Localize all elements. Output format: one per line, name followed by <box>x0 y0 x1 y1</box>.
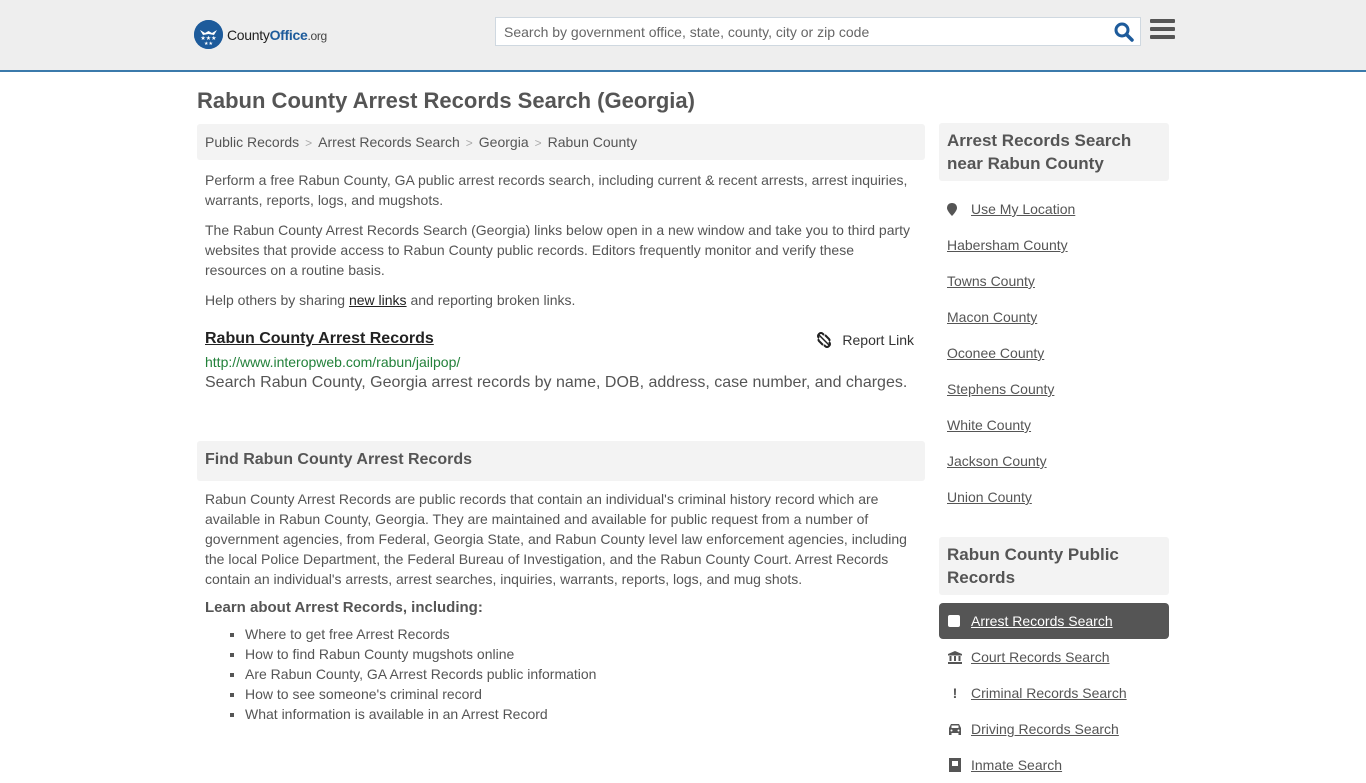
logo-text: CountyOffice.org <box>227 26 327 43</box>
help-paragraph: Help others by sharing new links and rep… <box>205 292 576 308</box>
breadcrumb: Public Records > Arrest Records Search > Geo… <box>197 124 925 160</box>
nearby-county-item[interactable]: Oconee County <box>939 335 1169 371</box>
search-box <box>495 17 1141 46</box>
learn-item: Are Rabun County, GA Arrest Records publ… <box>245 664 917 684</box>
intro-section: Perform a free Rabun County, GA public a… <box>205 170 917 320</box>
sidebar-public-records: Rabun County Public Records Arrest Recor… <box>939 537 1169 783</box>
learn-heading: Learn about Arrest Records, including: <box>205 599 483 616</box>
breadcrumb-separator: > <box>534 136 542 150</box>
learn-list: Where to get free Arrest Records How to … <box>205 624 917 724</box>
courthouse-icon <box>948 650 962 664</box>
exclamation-icon: ! <box>952 685 958 701</box>
nearby-county-link[interactable]: Towns County <box>947 273 1035 289</box>
intro-paragraph: The Rabun County Arrest Records Search (… <box>205 222 911 278</box>
use-my-location-item[interactable]: Use My Location <box>939 191 1169 227</box>
public-records-item-court[interactable]: Court Records Search <box>939 639 1169 675</box>
public-records-list: Arrest Records Search Court Records Sear… <box>939 603 1169 783</box>
broken-link-icon <box>817 332 832 348</box>
nearby-list: Use My Location Habersham County Towns C… <box>939 191 1169 515</box>
breadcrumb-public-records[interactable]: Public Records <box>205 134 299 150</box>
nearby-county-item[interactable]: Macon County <box>939 299 1169 335</box>
nearby-county-link[interactable]: Oconee County <box>947 345 1044 361</box>
search-input[interactable] <box>496 18 1096 45</box>
public-records-link[interactable]: Arrest Records Search <box>971 613 1113 629</box>
nearby-county-link[interactable]: Stephens County <box>947 381 1054 397</box>
nearby-heading: Arrest Records Search near Rabun County <box>939 123 1169 181</box>
result-url: http://www.interopweb.com/rabun/jailpop/ <box>205 354 461 370</box>
nearby-county-link[interactable]: Union County <box>947 489 1032 505</box>
report-link-button[interactable]: Report Link <box>816 332 914 348</box>
nearby-county-item[interactable]: Towns County <box>939 263 1169 299</box>
result-title-link[interactable]: Rabun County Arrest Records <box>205 330 434 347</box>
learn-item: How to see someone's criminal record <box>245 684 917 704</box>
logo[interactable]: ★★★ ★★ CountyOffice.org <box>194 20 327 49</box>
nearby-county-item[interactable]: Habersham County <box>939 227 1169 263</box>
public-records-link[interactable]: Court Records Search <box>971 649 1110 665</box>
report-link-label: Report Link <box>842 332 914 348</box>
record-result: Rabun County Arrest Records Report Link … <box>205 330 917 392</box>
breadcrumb-separator: > <box>465 136 473 150</box>
learn-item: How to find Rabun County mugshots online <box>245 644 917 664</box>
sidebar-nearby: Arrest Records Search near Rabun County … <box>939 123 1169 515</box>
search-button[interactable] <box>1114 22 1134 42</box>
public-records-link[interactable]: Criminal Records Search <box>971 685 1127 701</box>
car-icon <box>948 722 962 736</box>
breadcrumb-rabun-county[interactable]: Rabun County <box>548 134 638 150</box>
public-records-link[interactable]: Driving Records Search <box>971 721 1119 737</box>
nearby-county-item[interactable]: White County <box>939 407 1169 443</box>
find-records-section: Rabun County Arrest Records are public r… <box>205 489 917 724</box>
result-description: Search Rabun County, Georgia arrest reco… <box>205 374 908 391</box>
nearby-county-link[interactable]: Jackson County <box>947 453 1047 469</box>
map-pin-icon <box>947 202 957 216</box>
intro-paragraph: Perform a free Rabun County, GA public a… <box>205 172 908 208</box>
breadcrumb-georgia[interactable]: Georgia <box>479 134 529 150</box>
learn-item: What information is available in an Arre… <box>245 704 917 724</box>
hamburger-menu-icon[interactable] <box>1150 19 1175 41</box>
find-records-paragraph: Rabun County Arrest Records are public r… <box>205 491 907 587</box>
new-links-link[interactable]: new links <box>349 292 407 308</box>
logo-emblem-icon: ★★★ ★★ <box>194 20 223 49</box>
nearby-county-link[interactable]: White County <box>947 417 1031 433</box>
nearby-county-item[interactable]: Stephens County <box>939 371 1169 407</box>
public-records-item-inmate[interactable]: Inmate Search <box>939 747 1169 783</box>
public-records-heading: Rabun County Public Records <box>939 537 1169 595</box>
breadcrumb-arrest-records-search[interactable]: Arrest Records Search <box>318 134 460 150</box>
square-icon <box>948 615 960 627</box>
svg-text:★★: ★★ <box>204 41 213 47</box>
public-records-item-criminal[interactable]: ! Criminal Records Search <box>939 675 1169 711</box>
public-records-link[interactable]: Inmate Search <box>971 757 1062 773</box>
nearby-county-link[interactable]: Habersham County <box>947 237 1068 253</box>
top-bar: ★★★ ★★ CountyOffice.org <box>0 0 1366 72</box>
public-records-item-driving[interactable]: Driving Records Search <box>939 711 1169 747</box>
use-my-location-link[interactable]: Use My Location <box>971 201 1075 217</box>
page-title: Rabun County Arrest Records Search (Geor… <box>197 88 695 113</box>
public-records-item-arrest[interactable]: Arrest Records Search <box>939 603 1169 639</box>
nearby-county-link[interactable]: Macon County <box>947 309 1037 325</box>
learn-item: Where to get free Arrest Records <box>245 624 917 644</box>
nearby-county-item[interactable]: Jackson County <box>939 443 1169 479</box>
find-records-heading: Find Rabun County Arrest Records <box>197 441 925 481</box>
search-icon <box>1114 22 1134 42</box>
inmate-icon <box>948 758 962 772</box>
nearby-county-item[interactable]: Union County <box>939 479 1169 515</box>
breadcrumb-separator: > <box>305 136 313 150</box>
